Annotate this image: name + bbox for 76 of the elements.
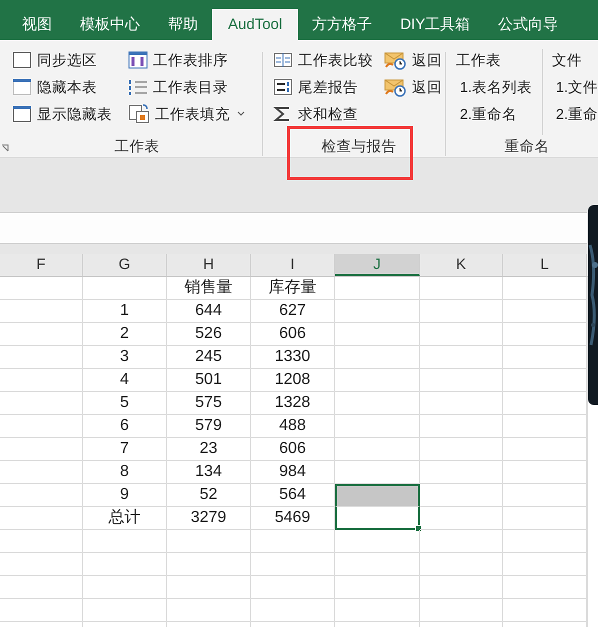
table-cell[interactable]: 3 [83, 346, 167, 369]
checkbox-icon [12, 51, 32, 69]
list-icon [128, 78, 148, 96]
column-header[interactable]: F [0, 254, 83, 276]
compare-icon [272, 51, 293, 69]
ribbon-command[interactable]: 1.表名列表 [456, 76, 532, 98]
table-cell[interactable]: 488 [251, 415, 335, 438]
ribbon-command[interactable]: 工作表排序 [128, 49, 245, 71]
table-cell[interactable]: 库存量 [251, 277, 335, 300]
column-header[interactable]: H [167, 254, 251, 276]
ribbon-command[interactable]: 同步选区 [12, 49, 112, 71]
sort-icon [128, 51, 148, 69]
table-cell[interactable]: 579 [167, 415, 251, 438]
table-cell[interactable]: 23 [167, 438, 251, 461]
table-cell[interactable]: 606 [251, 438, 335, 461]
table-cell[interactable]: 销售量 [167, 277, 251, 300]
ribbon-tab[interactable]: 方方格子 [298, 9, 386, 40]
ribbon-command[interactable]: 工作表目录 [128, 76, 245, 98]
ribbon-command[interactable]: 返回 [382, 76, 442, 98]
table-cell[interactable]: 644 [167, 300, 251, 323]
ribbon-command[interactable]: 求和检查 [272, 103, 373, 125]
ribbon-tab[interactable]: DIY工具箱 [386, 9, 484, 40]
ribbon-command[interactable]: 返回 [382, 49, 442, 71]
sheet-icon [12, 105, 32, 123]
column-header[interactable]: K [420, 254, 503, 276]
dialog-launcher-icon[interactable] [1, 144, 9, 152]
table-cell[interactable]: 984 [251, 461, 335, 484]
table-cell[interactable]: 7 [83, 438, 167, 461]
column-header[interactable]: L [503, 254, 587, 276]
ribbon-tab[interactable]: 模板中心 [66, 9, 154, 40]
ribbon-command[interactable]: 尾差报告 [272, 76, 373, 98]
table-cell[interactable]: 1328 [251, 392, 335, 415]
ribbon-command[interactable]: 2.重命 [552, 103, 598, 125]
table-cell[interactable]: 606 [251, 323, 335, 346]
table-cell[interactable]: 627 [251, 300, 335, 323]
ribbon-command[interactable]: 工作表填充 [128, 103, 245, 125]
table-cell[interactable]: 6 [83, 415, 167, 438]
mail-clock-icon [382, 77, 407, 97]
ribbon-command[interactable]: 文件 [552, 49, 598, 71]
table-cell[interactable]: 1208 [251, 369, 335, 392]
table-cell[interactable]: 1330 [251, 346, 335, 369]
table-cell[interactable]: 9 [83, 484, 167, 507]
ribbon-command[interactable]: 2.重命名 [456, 103, 532, 125]
table-cell[interactable]: 5469 [251, 507, 335, 530]
table-cell[interactable]: 8 [83, 461, 167, 484]
group-label: 重命名 [503, 138, 550, 156]
column-header[interactable]: J [335, 254, 420, 276]
table-cell[interactable]: 526 [167, 323, 251, 346]
sheet-fill-icon [128, 104, 150, 124]
ribbon-command[interactable]: 工作表比较 [272, 49, 373, 71]
table-cell[interactable]: 总计 [83, 507, 167, 530]
table-cell[interactable]: 134 [167, 461, 251, 484]
number-table-icon [272, 78, 293, 96]
table-cell[interactable]: 245 [167, 346, 251, 369]
column-header[interactable]: G [83, 254, 167, 276]
ribbon-tab[interactable]: AudTool [212, 9, 298, 40]
table-cell[interactable]: 5 [83, 392, 167, 415]
ribbon-tab[interactable]: 公式向导 [484, 9, 572, 40]
table-cell[interactable]: 2 [83, 323, 167, 346]
fill-handle[interactable] [415, 525, 422, 532]
table-cell[interactable]: 3279 [167, 507, 251, 530]
ribbon-command[interactable]: 工作表 [456, 49, 532, 71]
table-cell[interactable]: 575 [167, 392, 251, 415]
ribbon-command[interactable]: 1.文件 [552, 76, 598, 98]
ribbon-command[interactable]: 隐藏本表 [12, 76, 112, 98]
table-cell[interactable]: 501 [167, 369, 251, 392]
hidden-sheet-icon [12, 78, 32, 96]
mail-clock-icon [382, 50, 407, 70]
ribbon-command[interactable]: 显示隐藏表 [12, 103, 112, 125]
table-cell[interactable]: 52 [167, 484, 251, 507]
table-cell[interactable]: 1 [83, 300, 167, 323]
ribbon-tab[interactable]: 视图 [8, 9, 66, 40]
table-cell[interactable]: 4 [83, 369, 167, 392]
group-label: 检查与报告 [320, 138, 398, 156]
group-label: 工作表 [113, 138, 160, 156]
ribbon-tab[interactable]: 帮助 [154, 9, 212, 40]
